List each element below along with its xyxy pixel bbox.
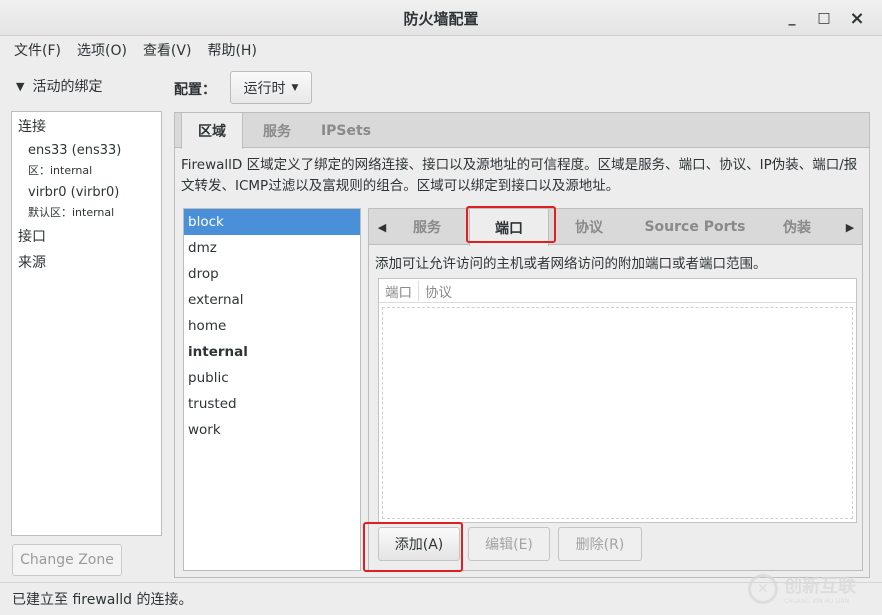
edit-port-button[interactable]: 编辑(E) xyxy=(468,527,550,561)
highlight-ports-tab xyxy=(466,206,556,243)
change-zone-button[interactable]: Change Zone xyxy=(12,544,122,576)
configuration-value: 运行时 xyxy=(243,80,286,97)
tab-ipsets[interactable]: IPSets xyxy=(315,113,377,148)
configuration-dropdown[interactable]: 运行时 ▼ xyxy=(230,71,312,104)
ports-table-header: 端口 协议 xyxy=(379,279,856,303)
zone-settings-notebook: ◀ 服务 端口 协议 Source Ports 伪装 ▶ 添加可让允许访问的主机… xyxy=(368,208,863,571)
zone-tab-source-ports[interactable]: Source Ports xyxy=(639,209,751,245)
watermark-logo-icon: ✕ xyxy=(748,573,778,604)
menu-options[interactable]: 选项(O) xyxy=(69,40,135,60)
main-tab-strip: 区域 服务 IPSets xyxy=(175,113,869,149)
close-button[interactable]: × xyxy=(845,6,869,30)
menu-view[interactable]: 查看(V) xyxy=(135,40,200,60)
zone-item-home[interactable]: home xyxy=(184,313,360,339)
connection-ens33[interactable]: ens33 (ens33) xyxy=(28,143,121,158)
zone-item-public[interactable]: public xyxy=(184,365,360,391)
watermark-text: 创新互联 xyxy=(784,576,856,597)
menu-bar: 文件(F) 选项(O) 查看(V) 帮助(H) xyxy=(0,36,882,64)
window-title: 防火墙配置 xyxy=(403,10,479,28)
connection-virbr0[interactable]: virbr0 (virbr0) xyxy=(28,185,119,200)
highlight-add-button xyxy=(363,522,463,572)
active-bindings-toggle[interactable]: ▼ 活动的绑定 xyxy=(16,76,102,96)
dropdown-arrow-icon: ▼ xyxy=(291,82,299,93)
zone-item-external[interactable]: external xyxy=(184,287,360,313)
zone-item-drop[interactable]: drop xyxy=(184,261,360,287)
title-bar: 防火墙配置 _ □ × xyxy=(0,0,882,36)
zone-item-dmz[interactable]: dmz xyxy=(184,235,360,261)
zone-item-internal[interactable]: internal xyxy=(184,339,360,365)
minimize-icon: _ xyxy=(788,10,796,26)
connection-virbr0-zone: 默认区：internal xyxy=(28,206,115,219)
remove-port-button[interactable]: 删除(R) xyxy=(558,527,642,561)
zone-item-work[interactable]: work xyxy=(184,417,360,443)
scroll-right-icon[interactable]: ▶ xyxy=(839,209,861,245)
column-protocol[interactable]: 协议 xyxy=(419,281,458,301)
zone-item-block[interactable]: block xyxy=(184,209,360,235)
ports-table-body[interactable] xyxy=(382,307,853,519)
zone-description: FirewallD 区域定义了绑定的网络连接、接口以及源地址的可信程度。区域是服… xyxy=(181,157,858,194)
ports-table[interactable]: 端口 协议 xyxy=(378,278,857,523)
menu-file[interactable]: 文件(F) xyxy=(6,40,69,60)
menu-help[interactable]: 帮助(H) xyxy=(199,40,264,60)
zone-tab-protocols[interactable]: 协议 xyxy=(559,209,619,245)
ports-description: 添加可让允许访问的主机或者网络访问的附加端口或者端口范围。 xyxy=(375,256,767,272)
tab-services[interactable]: 服务 xyxy=(251,113,303,148)
maximize-icon: □ xyxy=(817,10,831,26)
main-notebook: 区域 服务 IPSets FirewallD 区域定义了绑定的网络连接、接口以及… xyxy=(174,112,870,578)
zone-list[interactable]: block dmz drop external home internal pu… xyxy=(183,208,361,571)
minimize-button[interactable]: _ xyxy=(780,6,804,30)
watermark-subtext: CHUANG XIN HU LIAN xyxy=(784,598,850,605)
configuration-label: 配置： xyxy=(174,82,216,98)
active-bindings-label: 活动的绑定 xyxy=(32,79,103,95)
column-port[interactable]: 端口 xyxy=(379,280,419,301)
maximize-button[interactable]: □ xyxy=(812,6,836,30)
watermark: ✕ 创新互联 CHUANG XIN HU LIAN xyxy=(748,572,856,605)
sources-header[interactable]: 来源 xyxy=(18,252,46,272)
zone-tab-services[interactable]: 服务 xyxy=(401,209,453,245)
scroll-left-icon[interactable]: ◀ xyxy=(371,209,393,245)
connection-ens33-zone: 区：internal xyxy=(28,164,93,177)
zone-tab-strip: ◀ 服务 端口 协议 Source Ports 伪装 ▶ xyxy=(369,209,862,246)
tab-zones[interactable]: 区域 xyxy=(181,113,243,149)
status-text: 已建立至 firewalld 的连接。 xyxy=(12,592,193,608)
interfaces-header[interactable]: 接口 xyxy=(18,226,46,246)
zone-tab-masquerade[interactable]: 伪装 xyxy=(767,209,827,245)
bindings-list: 连接 ens33 (ens33) 区：internal virbr0 (virb… xyxy=(11,111,162,536)
zone-item-trusted[interactable]: trusted xyxy=(184,391,360,417)
close-icon: × xyxy=(849,7,865,29)
chevron-down-icon: ▼ xyxy=(16,79,25,93)
connections-header[interactable]: 连接 xyxy=(18,116,46,136)
